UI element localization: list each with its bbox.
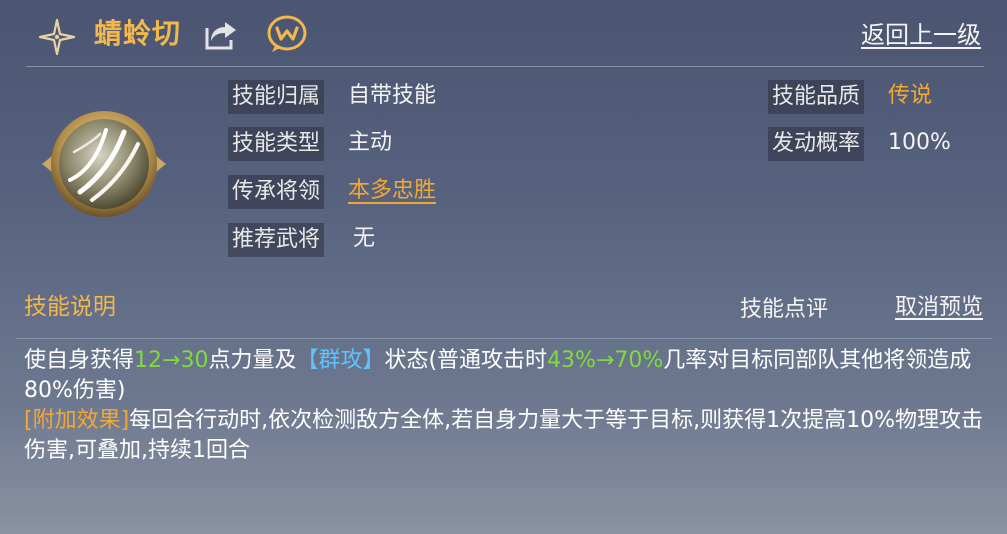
back-button[interactable]: 返回上一级 [861, 18, 981, 52]
skill-type-value: 主动 [348, 130, 393, 155]
skill-description-text: 使自身获得12→30点力量及【群攻】状态(普通攻击时43%→70%几率对目标同部… [24, 346, 989, 466]
skill-slash-icon [42, 111, 166, 217]
desc-text: 状态(普通攻击时 [384, 348, 548, 373]
inherit-general-label: 传承将领 [228, 175, 325, 209]
chance-value: 43%→70% [547, 348, 664, 373]
share-icon[interactable] [203, 18, 239, 52]
trigger-chance-value: 100% [888, 130, 951, 155]
desc-text: 使自身获得 [24, 348, 135, 373]
strength-gain-value: 12→30 [134, 348, 209, 373]
header-divider [26, 66, 984, 67]
description-divider [16, 338, 992, 339]
skill-quality-value: 传说 [888, 83, 933, 108]
extra-effect-tag: [附加效果] [24, 408, 130, 433]
four-point-star-icon [38, 18, 76, 56]
extra-effect-text: 每回合行动时,依次检测敌方全体,若自身力量大于等于目标,则获得1次提高10%物理… [24, 408, 984, 463]
skill-description-title: 技能说明 [24, 294, 116, 320]
cancel-preview-button[interactable]: 取消预览 [895, 291, 983, 325]
chat-bubble-icon[interactable] [266, 14, 308, 54]
trigger-chance-label: 发动概率 [768, 127, 865, 161]
inherit-general-link[interactable]: 本多忠胜 [348, 174, 436, 208]
skill-title: 蜻蛉切 [94, 17, 182, 50]
skill-quality-label: 技能品质 [768, 80, 865, 114]
status-tag-group-attack[interactable]: 【群攻】 [296, 348, 384, 373]
recommend-general-value: 无 [353, 226, 376, 251]
skill-review-button[interactable]: 技能点评 [740, 293, 828, 327]
skill-type-label: 技能类型 [228, 127, 325, 161]
recommend-general-label: 推荐武将 [228, 223, 325, 257]
skill-owner-label: 技能归属 [228, 80, 325, 114]
skill-owner-value: 自带技能 [348, 83, 437, 108]
desc-text: 点力量及 [208, 348, 297, 373]
